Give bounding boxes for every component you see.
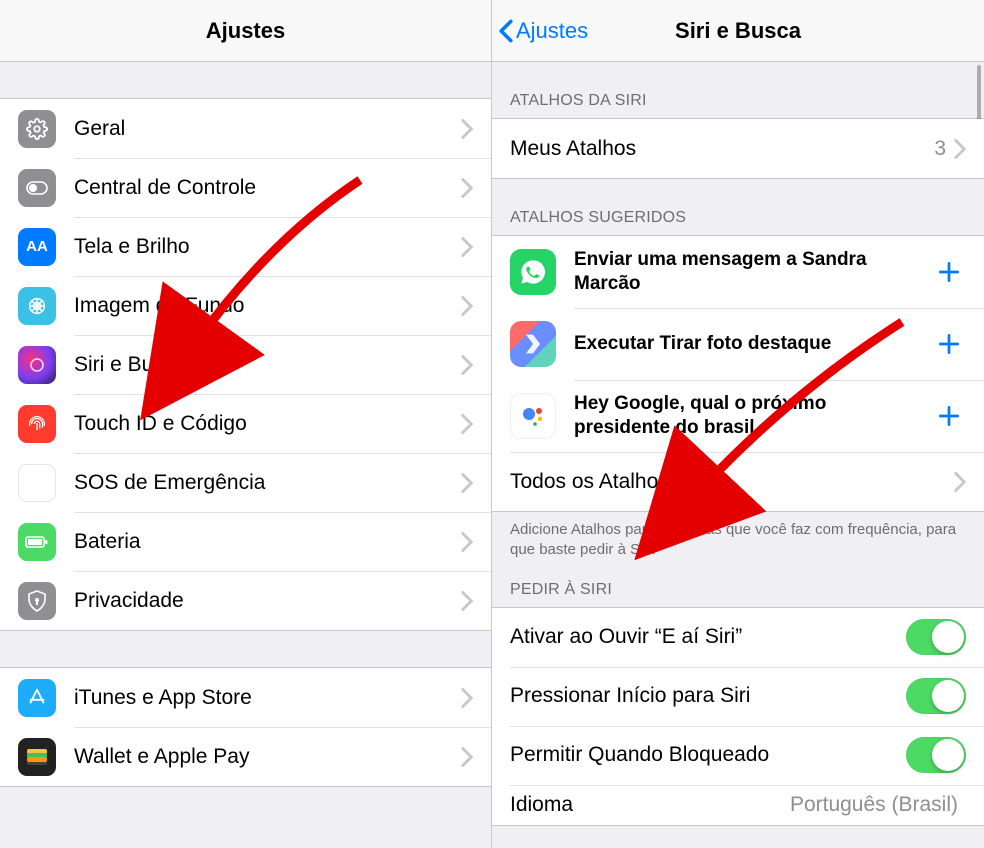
- toggle-row-hey-siri[interactable]: Ativar ao Ouvir “E aí Siri”: [492, 608, 984, 667]
- chevron-right-icon: [461, 237, 473, 257]
- section-header-shortcuts: ATALHOS DA SIRI: [492, 62, 984, 118]
- row-label: Pressionar Início para Siri: [510, 684, 906, 708]
- row-label: Enviar uma mensagem a Sandra Marcão: [574, 248, 932, 296]
- add-shortcut-button[interactable]: [932, 327, 966, 361]
- fingerprint-icon: [18, 405, 56, 443]
- siri-pane: Ajustes Siri e Busca ATALHOS DA SIRI Meu…: [492, 0, 984, 848]
- toggle-switch[interactable]: [906, 678, 966, 714]
- chevron-right-icon: [461, 747, 473, 767]
- row-label: Imagem de Fundo: [74, 294, 461, 318]
- settings-pane: Ajustes Geral Central de Controle AA Tel…: [0, 0, 492, 848]
- settings-row-general[interactable]: Geral: [0, 99, 491, 158]
- row-label: Executar Tirar foto destaque: [574, 332, 932, 356]
- chevron-right-icon: [461, 414, 473, 434]
- chevron-right-icon: [954, 472, 966, 492]
- settings-row-appstore[interactable]: iTunes e App Store: [0, 668, 491, 727]
- suggested-row-shortcuts[interactable]: Executar Tirar foto destaque: [492, 308, 984, 380]
- row-label: Wallet e Apple Pay: [74, 745, 461, 769]
- language-value: Português (Brasil): [790, 793, 958, 817]
- wallpaper-icon: [18, 287, 56, 325]
- row-label: Idioma: [510, 793, 790, 817]
- suggested-group: Enviar uma mensagem a Sandra Marcão Exec…: [492, 235, 984, 512]
- add-shortcut-button[interactable]: [932, 399, 966, 433]
- my-shortcuts-group: Meus Atalhos 3: [492, 118, 984, 179]
- settings-row-touchid[interactable]: Touch ID e Código: [0, 394, 491, 453]
- nav-title-left: Ajustes: [206, 18, 285, 44]
- siri-icon: [18, 346, 56, 384]
- row-label: Bateria: [74, 530, 461, 554]
- wallet-icon: [18, 738, 56, 776]
- all-shortcuts-row[interactable]: Todos os Atalhos: [492, 452, 984, 511]
- row-label: Tela e Brilho: [74, 235, 461, 259]
- gear-icon: [18, 110, 56, 148]
- row-label: Geral: [74, 117, 461, 141]
- section-header-suggested: ATALHOS SUGERIDOS: [492, 179, 984, 235]
- chevron-right-icon: [954, 139, 966, 159]
- suggested-row-google-assistant[interactable]: Hey Google, qual o próximo presidente do…: [492, 380, 984, 452]
- row-label: Ativar ao Ouvir “E aí Siri”: [510, 625, 906, 649]
- chevron-right-icon: [461, 532, 473, 552]
- shortcuts-app-icon: [510, 321, 556, 367]
- language-row[interactable]: Idioma Português (Brasil): [492, 785, 984, 825]
- nav-header-left: Ajustes: [0, 0, 491, 62]
- row-label: Siri e Busca: [74, 353, 461, 377]
- settings-row-battery[interactable]: Bateria: [0, 512, 491, 571]
- suggested-row-whatsapp[interactable]: Enviar uma mensagem a Sandra Marcão: [492, 236, 984, 308]
- nav-header-right: Ajustes Siri e Busca: [492, 0, 984, 62]
- nav-title-right: Siri e Busca: [675, 18, 801, 44]
- toggle-row-press-home[interactable]: Pressionar Início para Siri: [492, 667, 984, 726]
- add-shortcut-button[interactable]: [932, 255, 966, 289]
- settings-row-siri[interactable]: Siri e Busca: [0, 335, 491, 394]
- settings-row-wallpaper[interactable]: Imagem de Fundo: [0, 276, 491, 335]
- whatsapp-icon: [510, 249, 556, 295]
- chevron-right-icon: [461, 688, 473, 708]
- my-shortcuts-count: 3: [934, 137, 946, 161]
- toggle-switch[interactable]: [906, 737, 966, 773]
- settings-row-privacy[interactable]: Privacidade: [0, 571, 491, 630]
- settings-row-display[interactable]: AA Tela e Brilho: [0, 217, 491, 276]
- display-icon: AA: [18, 228, 56, 266]
- toggle-row-allow-locked[interactable]: Permitir Quando Bloqueado: [492, 726, 984, 785]
- back-label: Ajustes: [516, 18, 588, 44]
- ask-siri-group: Ativar ao Ouvir “E aí Siri” Pressionar I…: [492, 607, 984, 826]
- row-label: Touch ID e Código: [74, 412, 461, 436]
- row-label: Privacidade: [74, 589, 461, 613]
- chevron-right-icon: [461, 119, 473, 139]
- chevron-right-icon: [461, 296, 473, 316]
- privacy-icon: [18, 582, 56, 620]
- sos-icon: SOS: [18, 464, 56, 502]
- suggested-footer: Adicione Atalhos para as coisas que você…: [492, 512, 984, 567]
- row-label: Central de Controle: [74, 176, 461, 200]
- settings-row-wallet[interactable]: Wallet e Apple Pay: [0, 727, 491, 786]
- appstore-icon: [18, 679, 56, 717]
- settings-group-2: iTunes e App Store Wallet e Apple Pay: [0, 667, 491, 787]
- chevron-right-icon: [461, 355, 473, 375]
- google-assistant-icon: [510, 393, 556, 439]
- control-center-icon: [18, 169, 56, 207]
- section-header-ask-siri: PEDIR À SIRI: [492, 567, 984, 607]
- row-label: Hey Google, qual o próximo presidente do…: [574, 392, 932, 440]
- chevron-right-icon: [461, 473, 473, 493]
- settings-row-sos[interactable]: SOS SOS de Emergência: [0, 453, 491, 512]
- settings-group-1: Geral Central de Controle AA Tela e Bril…: [0, 98, 491, 631]
- row-label: Todos os Atalhos: [510, 470, 954, 494]
- row-label: Meus Atalhos: [510, 137, 934, 161]
- battery-icon: [18, 523, 56, 561]
- my-shortcuts-row[interactable]: Meus Atalhos 3: [492, 119, 984, 178]
- row-label: SOS de Emergência: [74, 471, 461, 495]
- row-label: iTunes e App Store: [74, 686, 461, 710]
- back-button[interactable]: Ajustes: [498, 0, 588, 62]
- toggle-switch[interactable]: [906, 619, 966, 655]
- chevron-right-icon: [461, 591, 473, 611]
- chevron-right-icon: [461, 178, 473, 198]
- settings-row-control-center[interactable]: Central de Controle: [0, 158, 491, 217]
- row-label: Permitir Quando Bloqueado: [510, 743, 906, 767]
